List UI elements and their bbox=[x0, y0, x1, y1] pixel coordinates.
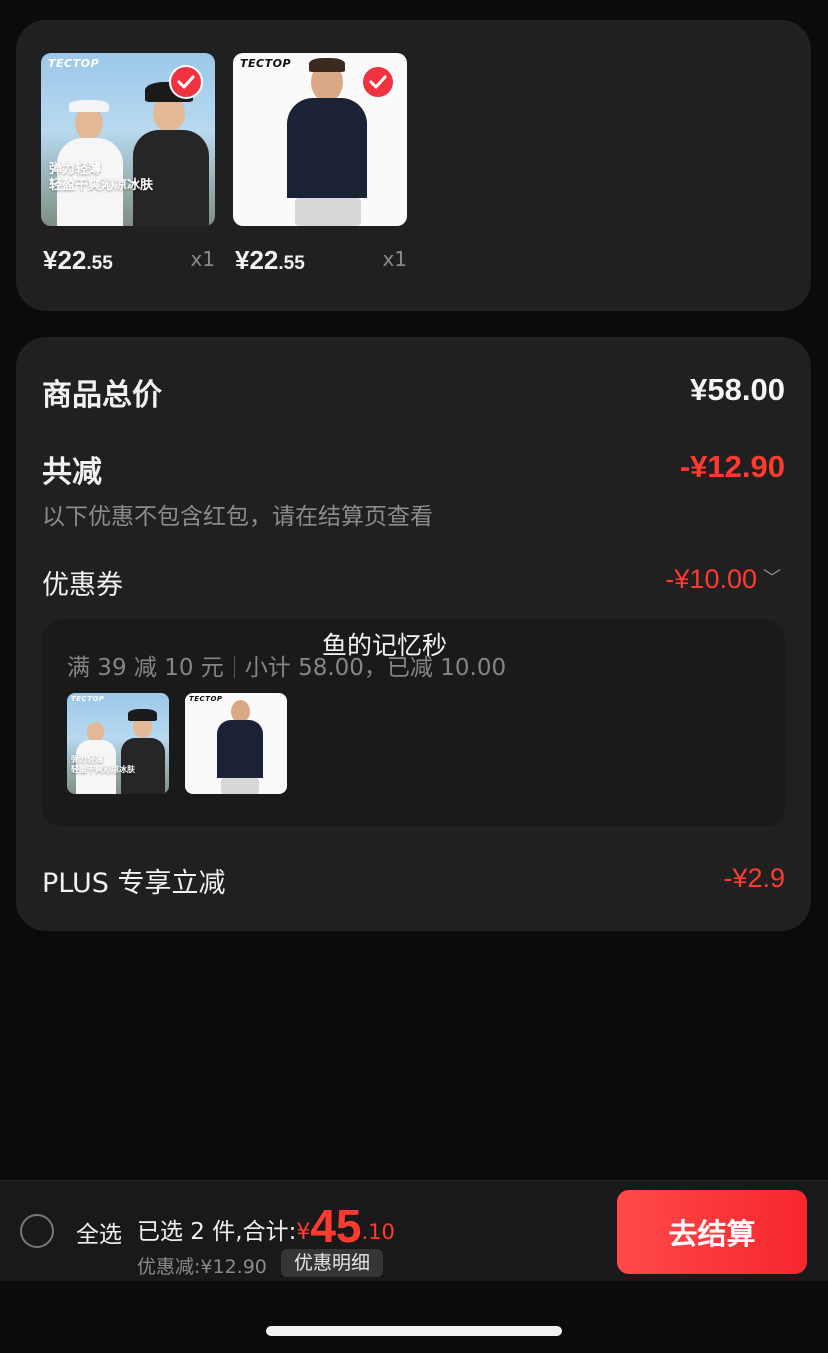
total-price-label: 商品总价 bbox=[42, 378, 162, 413]
home-indicator[interactable] bbox=[266, 1326, 562, 1336]
check-icon bbox=[177, 75, 195, 89]
total-reduction-value: -¥12.90 bbox=[679, 449, 785, 484]
check-icon bbox=[369, 75, 387, 89]
product-slogan: 弹力轻薄 轻盈干爽沁凉冰肤 bbox=[49, 162, 154, 193]
select-all-label[interactable]: 全选 bbox=[76, 1215, 122, 1249]
model-figure bbox=[277, 56, 373, 226]
brand-logo: TECTOP bbox=[240, 57, 292, 70]
product-quantity: x1 bbox=[190, 247, 215, 271]
coupon-value[interactable]: -¥10.00 ﹀ bbox=[665, 564, 781, 595]
product-slogan: 弹力轻薄 轻盈干爽沁凉冰肤 bbox=[71, 755, 135, 774]
reduction-note: 以下优惠不包含红包，请在结算页查看 bbox=[42, 504, 433, 530]
product-image[interactable]: TECTOP 弹力轻薄 轻盈干爽沁凉冰肤 bbox=[41, 53, 215, 226]
coupon-product-thumb: TECTOP bbox=[185, 693, 287, 794]
coupon-product-thumb: TECTOP 弹力轻薄 轻盈干爽沁凉冰肤 bbox=[67, 693, 169, 794]
product-quantity: x1 bbox=[382, 247, 407, 271]
chevron-down-icon: ﹀ bbox=[763, 568, 781, 588]
total-reduction-row: 共减 -¥12.90 bbox=[42, 447, 785, 490]
coupon-label: 优惠券 bbox=[42, 570, 123, 601]
product-price: ¥22.55 bbox=[235, 245, 305, 275]
model-figure bbox=[55, 96, 125, 226]
brand-logo: TECTOP bbox=[48, 57, 100, 70]
discount-summary: 优惠减:¥12.90 bbox=[137, 1256, 267, 1278]
product-select-toggle[interactable] bbox=[169, 65, 203, 99]
model-figure bbox=[129, 76, 211, 226]
total-price-row: 商品总价 ¥58.00 bbox=[42, 370, 785, 413]
selected-products-card: TECTOP 弹力轻薄 轻盈干爽沁凉冰肤 ¥22.55 x1 TECTOP ¥2… bbox=[16, 20, 811, 311]
plus-discount-row: PLUS 专享立减 -¥2.9 bbox=[42, 861, 785, 899]
brand-logo: TECTOP bbox=[71, 695, 105, 703]
plus-discount-value: -¥2.9 bbox=[723, 863, 785, 893]
product-price: ¥22.55 bbox=[43, 245, 113, 275]
product-item[interactable]: TECTOP ¥22.55 x1 bbox=[233, 53, 407, 275]
watermark-text: 鱼的记忆秒 bbox=[322, 631, 448, 660]
radio-circle-icon[interactable] bbox=[20, 1214, 54, 1248]
total-price-value: ¥58.00 bbox=[690, 372, 785, 407]
coupon-row[interactable]: 优惠券 -¥10.00 ﹀ bbox=[42, 563, 785, 601]
plus-discount-label: PLUS 专享立减 bbox=[42, 868, 226, 899]
product-item[interactable]: TECTOP 弹力轻薄 轻盈干爽沁凉冰肤 ¥22.55 x1 bbox=[41, 53, 215, 275]
brand-logo: TECTOP bbox=[189, 695, 223, 703]
selected-total: 已选 2 件,合计:¥45.10 bbox=[137, 1200, 395, 1252]
checkout-button[interactable]: 去结算 bbox=[617, 1190, 807, 1274]
checkout-bar: 全选 已选 2 件,合计:¥45.10 优惠减:¥12.90 优惠明细 去结算 bbox=[0, 1180, 828, 1281]
total-reduction-label: 共减 bbox=[42, 455, 102, 490]
product-image[interactable]: TECTOP bbox=[233, 53, 407, 226]
product-select-toggle[interactable] bbox=[361, 65, 395, 99]
discount-detail-button[interactable]: 优惠明细 bbox=[281, 1249, 384, 1277]
